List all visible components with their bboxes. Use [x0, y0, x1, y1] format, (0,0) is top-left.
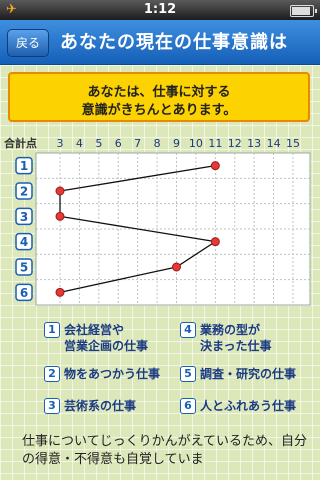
- legend-item: 3 芸術系の仕事: [44, 398, 136, 414]
- x-tick-label: 6: [115, 137, 122, 150]
- legend-number: 6: [180, 398, 196, 414]
- category-label: 2: [20, 185, 28, 199]
- x-tick-label: 13: [247, 137, 261, 150]
- legend-number: 1: [44, 322, 60, 338]
- data-point: [55, 211, 65, 221]
- legend-number: 5: [180, 366, 196, 382]
- legend-text: 業務の型が 決まった仕事: [200, 323, 272, 353]
- category-label: 6: [20, 286, 28, 300]
- x-tick-label: 9: [173, 137, 180, 150]
- result-banner: あなたは、仕事に対する 意識がきちんとあります。: [8, 72, 310, 122]
- x-tick-label: 3: [57, 137, 64, 150]
- back-button[interactable]: 戻る: [7, 29, 50, 57]
- legend-item: 5 調査・研究の仕事: [180, 366, 296, 382]
- battery-fill: [292, 7, 310, 15]
- status-time: 1:12: [143, 2, 177, 17]
- score-chart: 合計点 3 4 5 6 7 8 9 10 11 12 13 14 15123456: [4, 136, 311, 306]
- x-tick-label: 10: [189, 137, 203, 150]
- category-label: 4: [20, 235, 28, 249]
- legend-text: 調査・研究の仕事: [200, 367, 297, 381]
- legend-number: 2: [44, 366, 60, 382]
- status-bar: ✈ 1:12: [0, 0, 320, 20]
- legend-text: 会社経営や 営業企画の仕事: [64, 323, 149, 353]
- legend-text: 芸術系の仕事: [64, 399, 137, 413]
- banner-line-1: あなたは、仕事に対する: [87, 85, 231, 100]
- x-tick-label: 5: [95, 137, 102, 150]
- legend-number: 3: [44, 398, 60, 414]
- data-point: [210, 161, 220, 171]
- legend-item: 2 物をあつかう仕事: [44, 366, 160, 382]
- category-label: 3: [20, 210, 28, 224]
- data-point: [210, 237, 220, 247]
- legend-item: 1 会社経営や 営業企画の仕事: [44, 322, 148, 354]
- legend-text: 物をあつかう仕事: [64, 367, 161, 381]
- page-title: あなたの現在の仕事意識は: [60, 32, 288, 53]
- legend-text: 人とふれあう仕事: [200, 399, 297, 413]
- x-tick-label: 8: [154, 137, 161, 150]
- description-text: 仕事についてじっくりかんがえているため、自分の得意・不得意も自覚していま: [22, 434, 307, 467]
- x-axis-label: 合計点: [4, 136, 37, 150]
- x-tick-label: 11: [208, 137, 222, 150]
- x-tick-label: 7: [134, 137, 141, 150]
- x-tick-label: 4: [76, 137, 83, 150]
- x-tick-label: 15: [286, 137, 300, 150]
- legend-item: 6 人とふれあう仕事: [180, 398, 296, 414]
- banner-line-2: 意識がきちんとあります。: [81, 103, 237, 118]
- x-tick-label: 14: [267, 137, 281, 150]
- category-label: 1: [20, 159, 28, 173]
- battery-icon: [290, 5, 317, 17]
- data-point: [172, 262, 181, 272]
- data-point: [55, 186, 65, 196]
- x-tick-label: 12: [228, 137, 242, 150]
- category-label: 5: [20, 261, 28, 275]
- navigation-bar: 戻る あなたの現在の仕事意識は: [0, 20, 320, 65]
- legend-item: 4 業務の型が 決まった仕事: [180, 322, 272, 354]
- legend-number: 4: [180, 322, 196, 338]
- data-point: [55, 287, 65, 297]
